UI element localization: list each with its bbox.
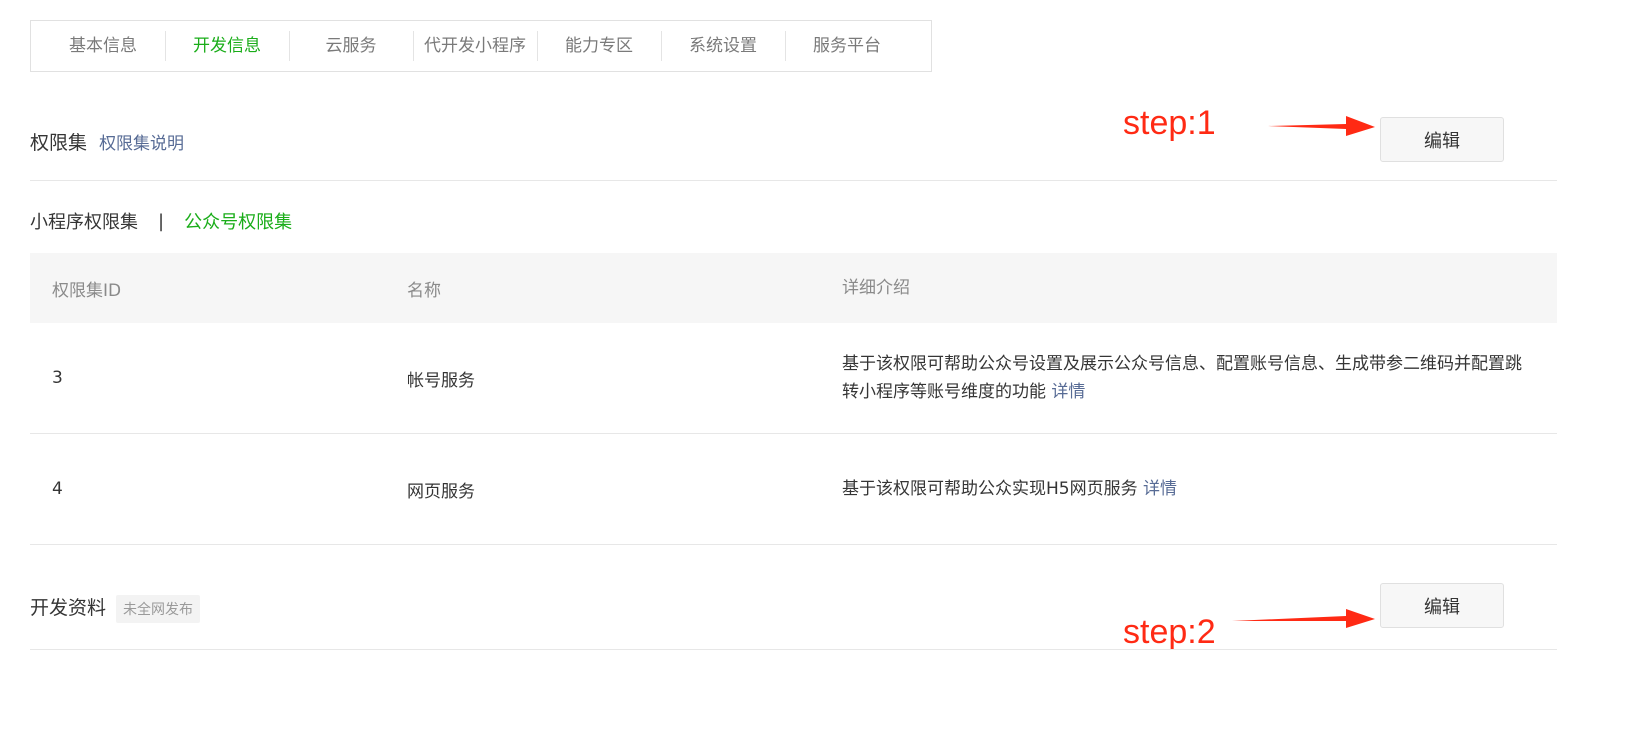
header-name: 名称: [407, 280, 441, 301]
step1-arrow-icon: [1268, 116, 1375, 136]
tab-cloud-service[interactable]: 云服务: [289, 20, 413, 72]
tab-dev-info[interactable]: 开发信息: [165, 20, 289, 72]
detail-link[interactable]: 详情: [1143, 479, 1177, 499]
table-row: 4 网页服务 基于该权限可帮助公众实现H5网页服务 详情: [30, 434, 1557, 545]
permissions-help-link[interactable]: 权限集说明: [99, 134, 184, 154]
permissions-header: 权限集 权限集说明: [30, 128, 184, 155]
permissions-title: 权限集: [30, 132, 88, 154]
status-badge: 未全网发布: [116, 594, 201, 623]
subtab-separator: |: [158, 210, 165, 232]
tab-system-settings[interactable]: 系统设置: [661, 20, 785, 72]
dev-materials-edit-button[interactable]: 编辑: [1380, 583, 1504, 628]
divider: [30, 649, 1557, 650]
header-detail: 详细介绍: [842, 278, 910, 298]
top-tab-bar: 基本信息 开发信息 云服务 代开发小程序 能力专区 系统设置 服务平台: [30, 20, 932, 72]
detail-link[interactable]: 详情: [1051, 382, 1085, 402]
permissions-table: 权限集ID 名称 详细介绍 3 帐号服务 基于该权限可帮助公众号设置及展示公众号…: [30, 253, 1557, 545]
cell-name: 帐号服务: [407, 370, 475, 391]
detail-text: 基于该权限可帮助公众实现H5网页服务: [842, 479, 1138, 499]
dev-materials-title: 开发资料: [30, 597, 107, 619]
dev-materials-header: 开发资料 未全网发布: [30, 593, 201, 623]
step2-annotation: step:2: [1123, 613, 1216, 651]
cell-detail: 基于该权限可帮助公众号设置及展示公众号信息、配置账号信息、生成带参二维码并配置跳…: [842, 350, 1557, 406]
subtab-official-account[interactable]: 公众号权限集: [184, 208, 292, 234]
tab-basic-info[interactable]: 基本信息: [41, 20, 165, 72]
tab-service-platform[interactable]: 服务平台: [785, 20, 909, 72]
cell-id: 4: [52, 479, 63, 499]
divider: [30, 180, 1557, 181]
detail-text: 基于该权限可帮助公众号设置及展示公众号信息、配置账号信息、生成带参二维码并配置跳…: [842, 354, 1522, 402]
tab-capability-zone[interactable]: 能力专区: [537, 20, 661, 72]
tab-proxy-mini-program[interactable]: 代开发小程序: [413, 20, 537, 72]
header-id: 权限集ID: [52, 280, 122, 301]
table-row: 3 帐号服务 基于该权限可帮助公众号设置及展示公众号信息、配置账号信息、生成带参…: [30, 323, 1557, 434]
cell-name: 网页服务: [407, 481, 475, 502]
cell-detail: 基于该权限可帮助公众实现H5网页服务 详情: [842, 475, 1557, 503]
step2-arrow-icon: [1232, 609, 1375, 628]
table-header: 权限集ID 名称 详细介绍: [30, 253, 1557, 323]
permission-subtabs: 小程序权限集 | 公众号权限集: [30, 208, 292, 234]
cell-id: 3: [52, 368, 63, 388]
permissions-edit-button[interactable]: 编辑: [1380, 117, 1504, 162]
step1-annotation: step:1: [1123, 104, 1216, 142]
subtab-mini-program[interactable]: 小程序权限集: [30, 208, 138, 234]
